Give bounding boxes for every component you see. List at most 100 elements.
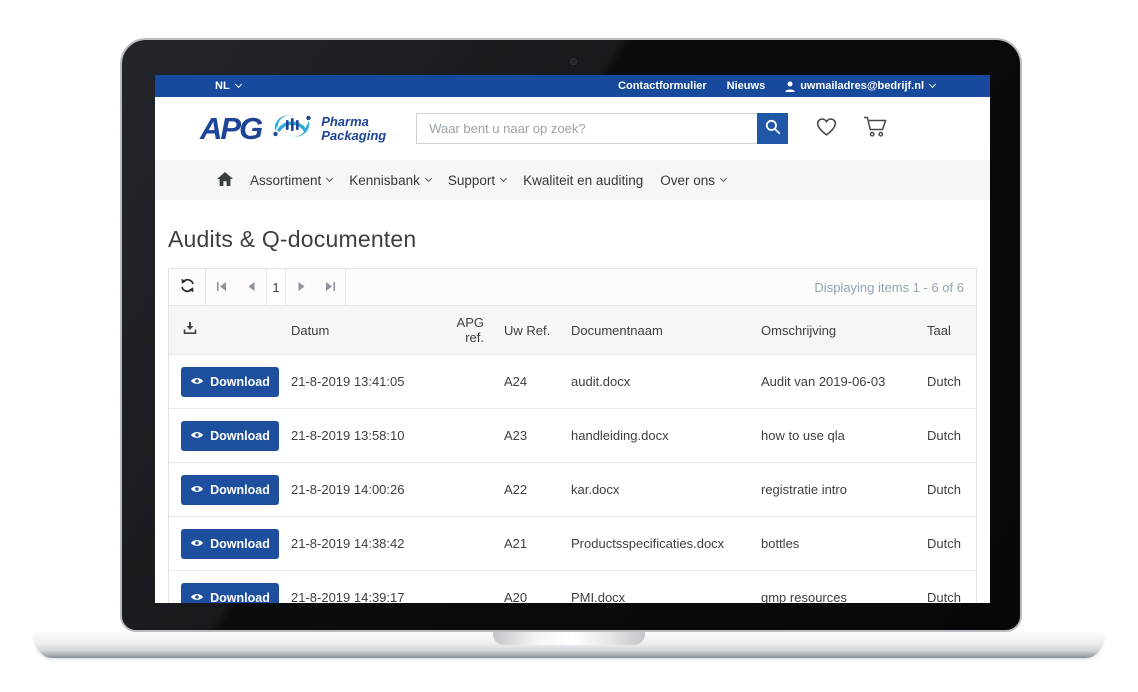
page-title: Audits & Q-documenten (168, 226, 977, 253)
col-apg-ref: APG ref. (439, 315, 504, 345)
refresh-button[interactable] (169, 269, 206, 305)
nav-label: Over ons (660, 173, 715, 188)
wishlist-button[interactable] (814, 116, 839, 142)
search-icon (765, 119, 781, 138)
table-row: Download 21-8-2019 13:58:10 A23 handleid… (169, 409, 976, 463)
chevron-down-icon (500, 174, 507, 181)
chevron-down-icon (235, 80, 242, 87)
table-row: Download 21-8-2019 13:41:05 A24 audit.do… (169, 355, 976, 409)
prev-page-icon (246, 280, 257, 295)
cell-taal: Dutch (927, 374, 976, 389)
next-page-icon (296, 280, 307, 295)
col-taal: Taal (927, 323, 976, 338)
cell-datum: 21-8-2019 14:38:42 (291, 536, 439, 551)
webcam-icon (570, 58, 577, 65)
user-email: uwmailadres@bedrijf.nl (800, 80, 924, 92)
cell-documentnaam: audit.docx (571, 374, 761, 389)
cell-omschrijving: registratie intro (761, 482, 927, 497)
cell-datum: 21-8-2019 14:39:17 (291, 590, 439, 603)
search-button[interactable] (757, 113, 788, 144)
cell-uw-ref: A24 (504, 374, 571, 389)
download-button[interactable]: Download (181, 421, 279, 451)
col-datum: Datum (291, 323, 439, 338)
nav-assortiment[interactable]: Assortiment (248, 173, 334, 188)
home-icon (217, 172, 233, 189)
eye-icon (190, 483, 204, 497)
language-label: NL (215, 80, 230, 92)
pagination-bar: 1 Displaying items 1 - 6 of 6 (169, 269, 976, 306)
cell-omschrijving: how to use qla (761, 428, 927, 443)
nav-kennisbank[interactable]: Kennisbank (347, 173, 433, 188)
download-label: Download (210, 591, 270, 604)
nav-support[interactable]: Support (446, 173, 508, 188)
download-label: Download (210, 483, 270, 497)
nav-home[interactable] (215, 172, 235, 189)
table-row: Download 21-8-2019 14:00:26 A22 kar.docx… (169, 463, 976, 517)
documents-table: 1 Displaying items 1 - 6 of 6 (168, 268, 977, 603)
table-row: Download 21-8-2019 14:38:42 A21 Products… (169, 517, 976, 571)
table-header-row: Datum APG ref. Uw Ref. Documentnaam Omsc… (169, 306, 976, 355)
cell-documentnaam: handleiding.docx (571, 428, 761, 443)
chevron-down-icon (326, 174, 333, 181)
col-uw-ref: Uw Ref. (504, 323, 571, 338)
cell-taal: Dutch (927, 590, 976, 603)
nav-label: Support (448, 173, 495, 188)
cell-taal: Dutch (927, 482, 976, 497)
last-page-button[interactable] (316, 269, 346, 305)
download-column-header (169, 322, 291, 338)
download-button[interactable]: Download (181, 529, 279, 559)
col-omschrijving: Omschrijving (761, 323, 927, 338)
search-input[interactable] (416, 113, 757, 144)
contact-link[interactable]: Contactformulier (618, 80, 707, 92)
nav-kwaliteit-en-auditing[interactable]: Kwaliteit en auditing (521, 173, 645, 188)
eye-icon (190, 537, 204, 551)
cell-uw-ref: A21 (504, 536, 571, 551)
first-page-icon (216, 280, 227, 295)
chevron-down-icon (425, 174, 432, 181)
col-documentnaam: Documentnaam (571, 323, 761, 338)
cell-omschrijving: gmp resources (761, 590, 927, 603)
logo-apg-text: APG (200, 111, 261, 147)
search-box (416, 113, 788, 144)
cell-documentnaam: kar.docx (571, 482, 761, 497)
cell-taal: Dutch (927, 536, 976, 551)
nav-over-ons[interactable]: Over ons (658, 173, 728, 188)
download-button[interactable]: Download (181, 583, 279, 604)
current-page-number: 1 (266, 269, 286, 305)
refresh-icon (180, 278, 195, 296)
cell-taal: Dutch (927, 428, 976, 443)
chevron-down-icon (720, 174, 727, 181)
cart-button[interactable] (863, 115, 889, 143)
cart-icon (863, 115, 889, 143)
nav-label: Kwaliteit en auditing (523, 173, 643, 188)
dna-swirl-icon (269, 109, 315, 148)
cell-datum: 21-8-2019 13:58:10 (291, 428, 439, 443)
download-label: Download (210, 537, 270, 551)
download-label: Download (210, 375, 270, 389)
eye-icon (190, 591, 204, 604)
logo-line1: Pharma (321, 115, 386, 129)
top-utility-bar: NL Contactformulier Nieuws uwmailadres@b… (155, 75, 990, 97)
language-selector[interactable]: NL (215, 80, 241, 92)
prev-page-button[interactable] (236, 269, 266, 305)
cell-uw-ref: A20 (504, 590, 571, 603)
main-nav: Assortiment Kennisbank Support Kwaliteit… (155, 160, 990, 200)
site-header: APG Pharma Packaging (155, 97, 990, 160)
download-button[interactable]: Download (181, 367, 279, 397)
user-account-menu[interactable]: uwmailadres@bedrijf.nl (785, 80, 935, 92)
cell-uw-ref: A23 (504, 428, 571, 443)
heart-icon (814, 116, 839, 142)
cell-omschrijving: bottles (761, 536, 927, 551)
news-link[interactable]: Nieuws (727, 80, 766, 92)
laptop-base (34, 632, 1104, 658)
download-button[interactable]: Download (181, 475, 279, 505)
first-page-button[interactable] (206, 269, 236, 305)
apg-logo[interactable]: APG Pharma Packaging (200, 109, 386, 148)
browser-screen: NL Contactformulier Nieuws uwmailadres@b… (155, 75, 990, 603)
eye-icon (190, 375, 204, 389)
nav-label: Assortiment (250, 173, 321, 188)
last-page-icon (325, 280, 336, 295)
pagination-status: Displaying items 1 - 6 of 6 (814, 269, 976, 305)
next-page-button[interactable] (286, 269, 316, 305)
laptop-frame: NL Contactformulier Nieuws uwmailadres@b… (120, 38, 1022, 632)
